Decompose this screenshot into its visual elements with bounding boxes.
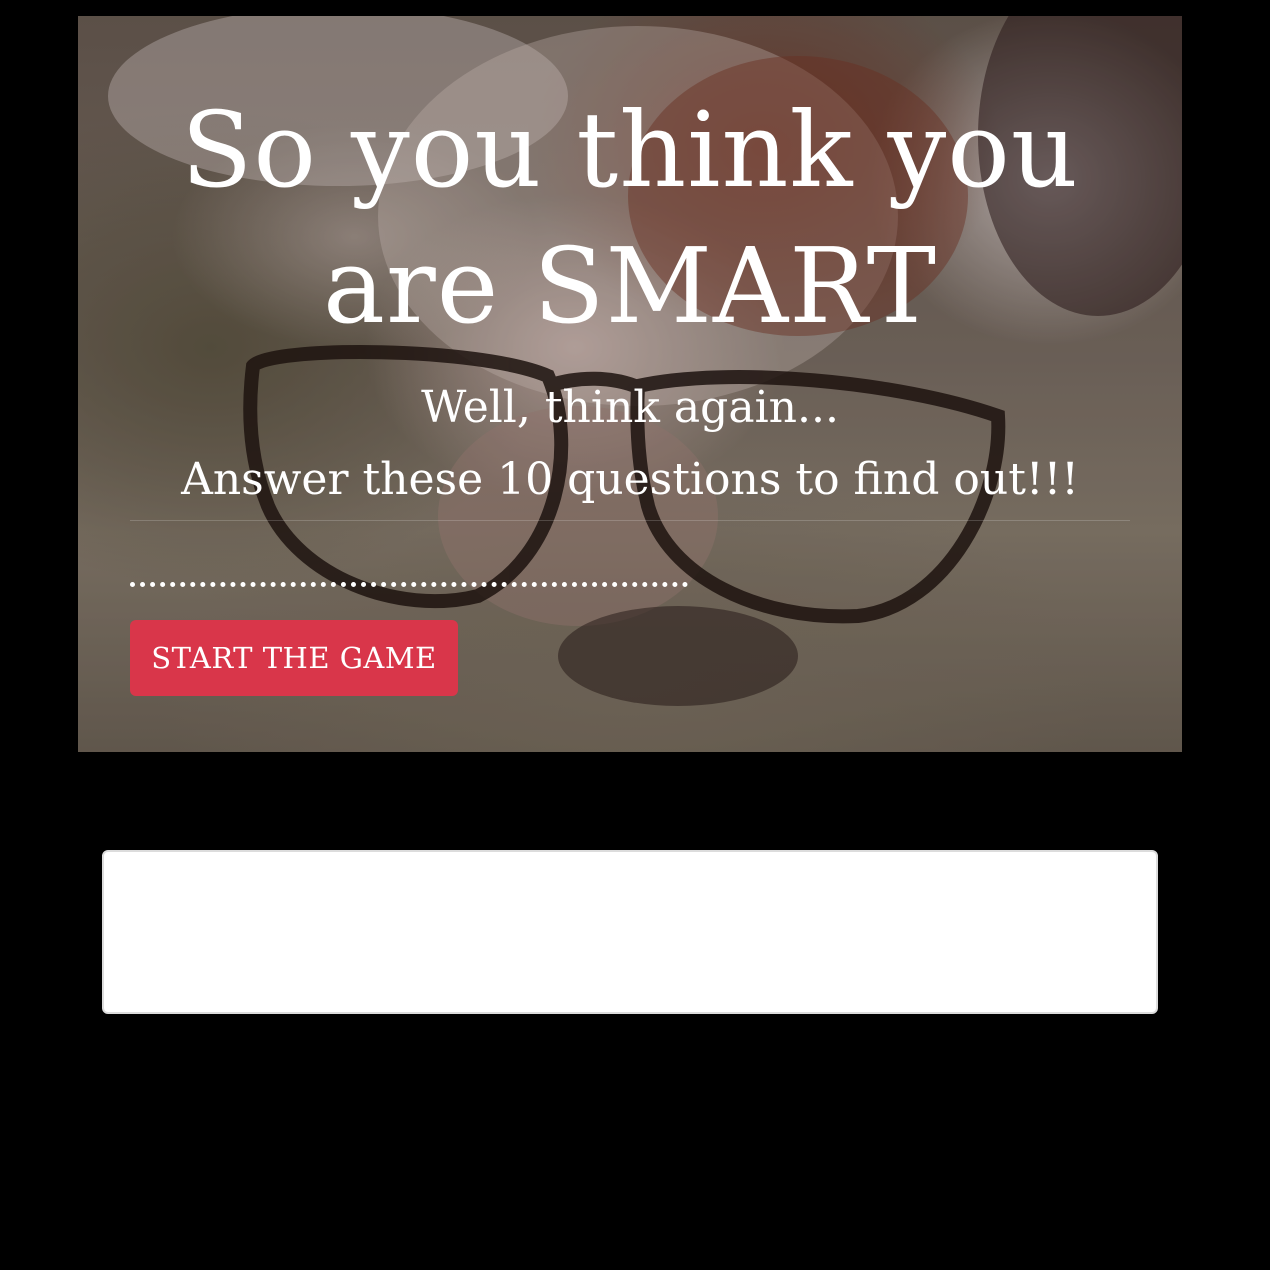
hero-section: So you think you are SMART Well, think a… [78, 16, 1182, 752]
hero-title: So you think you are SMART [78, 82, 1182, 354]
hero-divider [130, 520, 1130, 521]
question-panel [102, 850, 1158, 1014]
dotted-divider [130, 582, 688, 587]
hero-title-line-1: So you think you [181, 89, 1079, 211]
hero-subtitle-line-2: Answer these 10 questions to find out!!! [181, 454, 1079, 505]
start-game-button[interactable]: START THE GAME [130, 620, 458, 696]
hero-subtitle: Well, think again... Answer these 10 que… [78, 372, 1182, 516]
hero-subtitle-line-1: Well, think again... [421, 382, 839, 433]
hero-title-line-2: are SMART [322, 225, 937, 347]
